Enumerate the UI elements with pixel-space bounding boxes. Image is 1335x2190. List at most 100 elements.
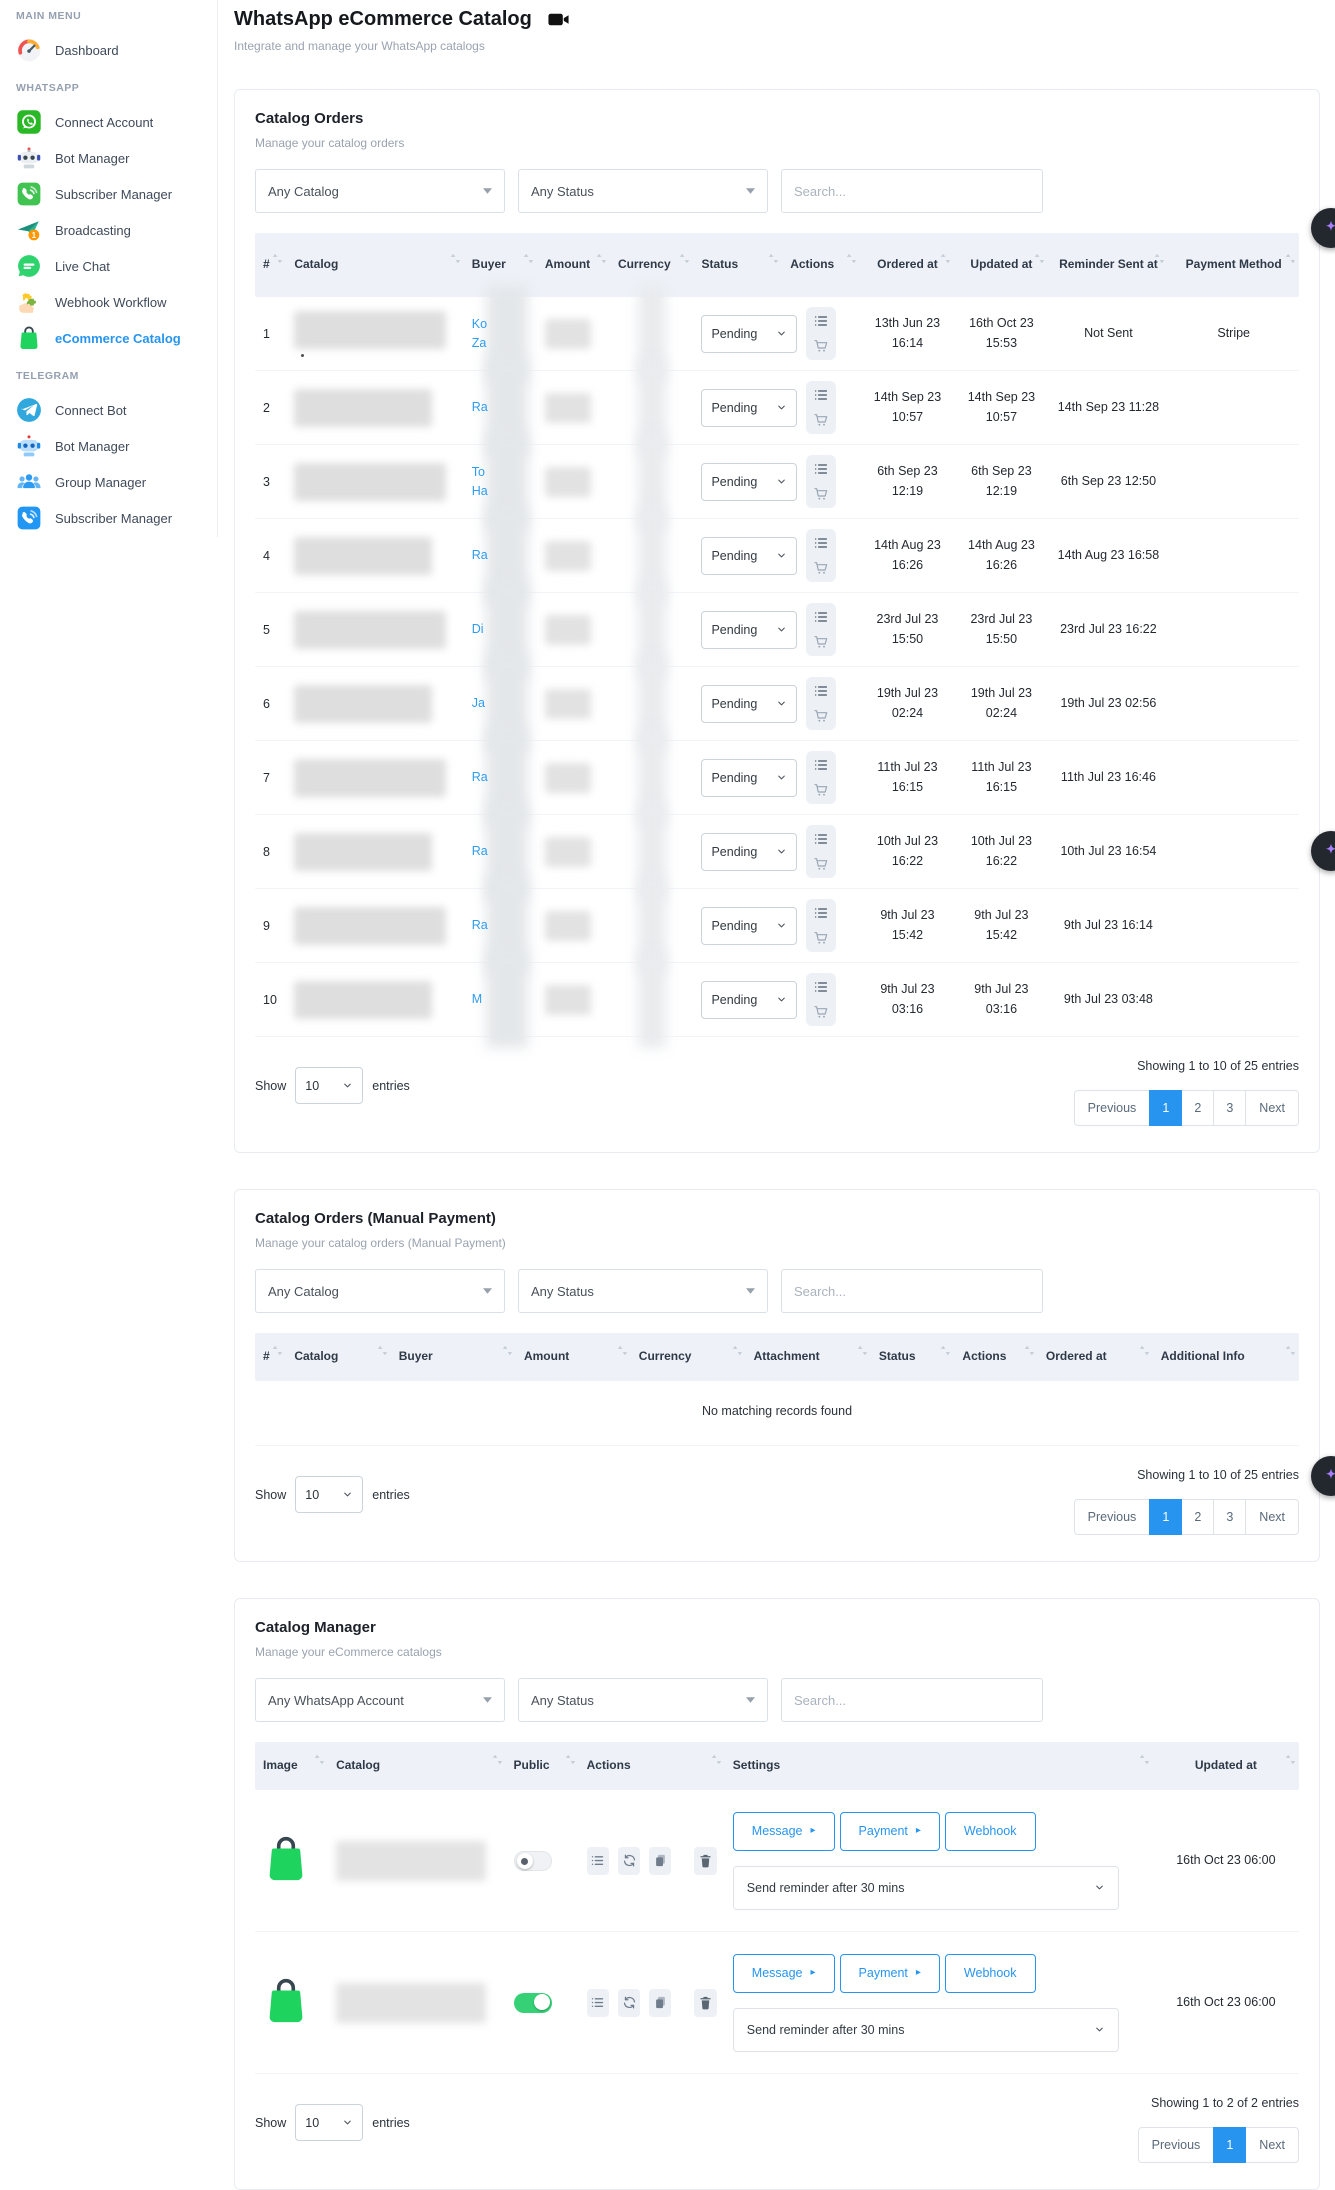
cart-button[interactable] (813, 708, 829, 724)
column-header-reminder-sent-at[interactable]: Reminder Sent at (1048, 248, 1168, 281)
column-header-num[interactable]: # (255, 248, 286, 281)
cart-button[interactable] (813, 560, 829, 576)
order-items-button[interactable] (813, 831, 829, 847)
public-toggle[interactable] (514, 1993, 552, 2013)
items-button[interactable] (587, 1989, 609, 2017)
buyer-link[interactable]: Ja (472, 694, 485, 713)
cart-button[interactable] (813, 856, 829, 872)
catalog-filter-select[interactable]: Any Catalog (255, 1269, 505, 1313)
sidebar-item-bot-manager[interactable]: Bot Manager (0, 428, 217, 464)
cart-button[interactable] (813, 338, 829, 354)
search-input[interactable] (781, 169, 1043, 213)
message-button[interactable]: Message▸ (733, 1954, 835, 1993)
column-header-payment-method[interactable]: Payment Method (1168, 248, 1299, 281)
search-input[interactable] (781, 1269, 1043, 1313)
sidebar-item-group-manager[interactable]: Group Manager (0, 464, 217, 500)
column-header-status[interactable]: Status (693, 248, 782, 281)
column-header-catalog[interactable]: Catalog (286, 1340, 390, 1373)
page-next[interactable]: Next (1245, 1499, 1299, 1535)
buyer-link[interactable]: Ra (472, 546, 488, 565)
reminder-select[interactable]: Send reminder after 30 mins (733, 2008, 1119, 2052)
buyer-link[interactable]: M (472, 990, 482, 1009)
order-items-button[interactable] (813, 905, 829, 921)
cart-button[interactable] (813, 1004, 829, 1020)
sidebar-item-subscriber-manager[interactable]: Subscriber Manager (0, 176, 217, 212)
order-items-button[interactable] (813, 757, 829, 773)
order-items-button[interactable] (813, 535, 829, 551)
buyer-link[interactable]: To Ha (472, 463, 498, 501)
cart-button[interactable] (813, 412, 829, 428)
page-2[interactable]: 2 (1181, 1499, 1214, 1535)
column-header-currency[interactable]: Currency (610, 248, 694, 281)
duplicate-button[interactable] (649, 1847, 671, 1875)
status-filter-select[interactable]: Any Status (518, 1269, 768, 1313)
webhook-button[interactable]: Webhook (945, 1954, 1036, 1993)
public-toggle[interactable] (514, 1851, 552, 1871)
sync-button[interactable] (618, 1847, 640, 1875)
column-header-amount[interactable]: Amount (537, 248, 610, 281)
catalog-filter-select[interactable]: Any Catalog (255, 169, 505, 213)
page-size-select[interactable]: 10 (295, 2104, 363, 2141)
column-header-ordered-at[interactable]: Ordered at (1038, 1340, 1153, 1373)
buyer-link[interactable]: Ra (472, 842, 488, 861)
order-items-button[interactable] (813, 979, 829, 995)
status-filter-select[interactable]: Any Status (518, 1678, 768, 1722)
column-header-settings[interactable]: Settings (725, 1749, 1153, 1782)
page-previous[interactable]: Previous (1074, 1499, 1151, 1535)
column-header-actions[interactable]: Actions (954, 1340, 1038, 1373)
sidebar-item-subscriber-manager[interactable]: Subscriber Manager (0, 500, 217, 536)
sidebar-item-dashboard[interactable]: Dashboard (0, 32, 217, 68)
column-header-buyer[interactable]: Buyer (464, 248, 537, 281)
status-filter-select[interactable]: Any Status (518, 169, 768, 213)
column-header-status[interactable]: Status (871, 1340, 955, 1373)
column-header-actions[interactable]: Actions (579, 1749, 725, 1782)
reminder-select[interactable]: Send reminder after 30 mins (733, 1866, 1119, 1910)
whatsapp-account-filter-select[interactable]: Any WhatsApp Account (255, 1678, 505, 1722)
buyer-link[interactable]: Ko Za (472, 315, 498, 353)
page-1[interactable]: 1 (1149, 1499, 1182, 1535)
sidebar-item-connect-bot[interactable]: Connect Bot (0, 392, 217, 428)
sidebar-item-connect-account[interactable]: Connect Account (0, 104, 217, 140)
sync-button[interactable] (618, 1989, 640, 2017)
sidebar-item-ecommerce-catalog[interactable]: eCommerce Catalog (0, 320, 217, 356)
buyer-link[interactable]: Ra (472, 768, 488, 787)
column-header-ordered-at[interactable]: Ordered at (860, 248, 954, 281)
page-size-select[interactable]: 10 (295, 1476, 363, 1513)
column-header-updated-at[interactable]: Updated at (954, 248, 1048, 281)
sidebar-item-live-chat[interactable]: Live Chat (0, 248, 217, 284)
duplicate-button[interactable] (649, 1989, 671, 2017)
items-button[interactable] (587, 1847, 609, 1875)
column-header-updated-at[interactable]: Updated at (1153, 1749, 1299, 1782)
page-next[interactable]: Next (1245, 1090, 1299, 1126)
delete-button[interactable] (694, 1847, 716, 1875)
column-header-catalog[interactable]: Catalog (328, 1749, 505, 1782)
order-items-button[interactable] (813, 313, 829, 329)
buyer-link[interactable]: Ra (472, 398, 488, 417)
buyer-link[interactable]: Di (472, 620, 484, 639)
column-header-image[interactable]: Image (255, 1749, 328, 1782)
order-items-button[interactable] (813, 683, 829, 699)
payment-button[interactable]: Payment▸ (840, 1812, 940, 1851)
column-header-public[interactable]: Public (506, 1749, 579, 1782)
buyer-link[interactable]: Ra (472, 916, 488, 935)
page-1[interactable]: 1 (1149, 1090, 1182, 1126)
payment-button[interactable]: Payment▸ (840, 1954, 940, 1993)
column-header-attachment[interactable]: Attachment (746, 1340, 871, 1373)
order-items-button[interactable] (813, 609, 829, 625)
page-previous[interactable]: Previous (1138, 2127, 1215, 2163)
message-button[interactable]: Message▸ (733, 1812, 835, 1851)
cart-button[interactable] (813, 486, 829, 502)
search-input[interactable] (781, 1678, 1043, 1722)
cart-button[interactable] (813, 782, 829, 798)
delete-button[interactable] (694, 1989, 716, 2017)
page-3[interactable]: 3 (1213, 1090, 1246, 1126)
cart-button[interactable] (813, 634, 829, 650)
page-next[interactable]: Next (1245, 2127, 1299, 2163)
page-2[interactable]: 2 (1181, 1090, 1214, 1126)
column-header-buyer[interactable]: Buyer (391, 1340, 516, 1373)
page-1[interactable]: 1 (1213, 2127, 1246, 2163)
column-header-currency[interactable]: Currency (631, 1340, 746, 1373)
sidebar-item-broadcasting[interactable]: 1 Broadcasting (0, 212, 217, 248)
page-previous[interactable]: Previous (1074, 1090, 1151, 1126)
cart-button[interactable] (813, 930, 829, 946)
